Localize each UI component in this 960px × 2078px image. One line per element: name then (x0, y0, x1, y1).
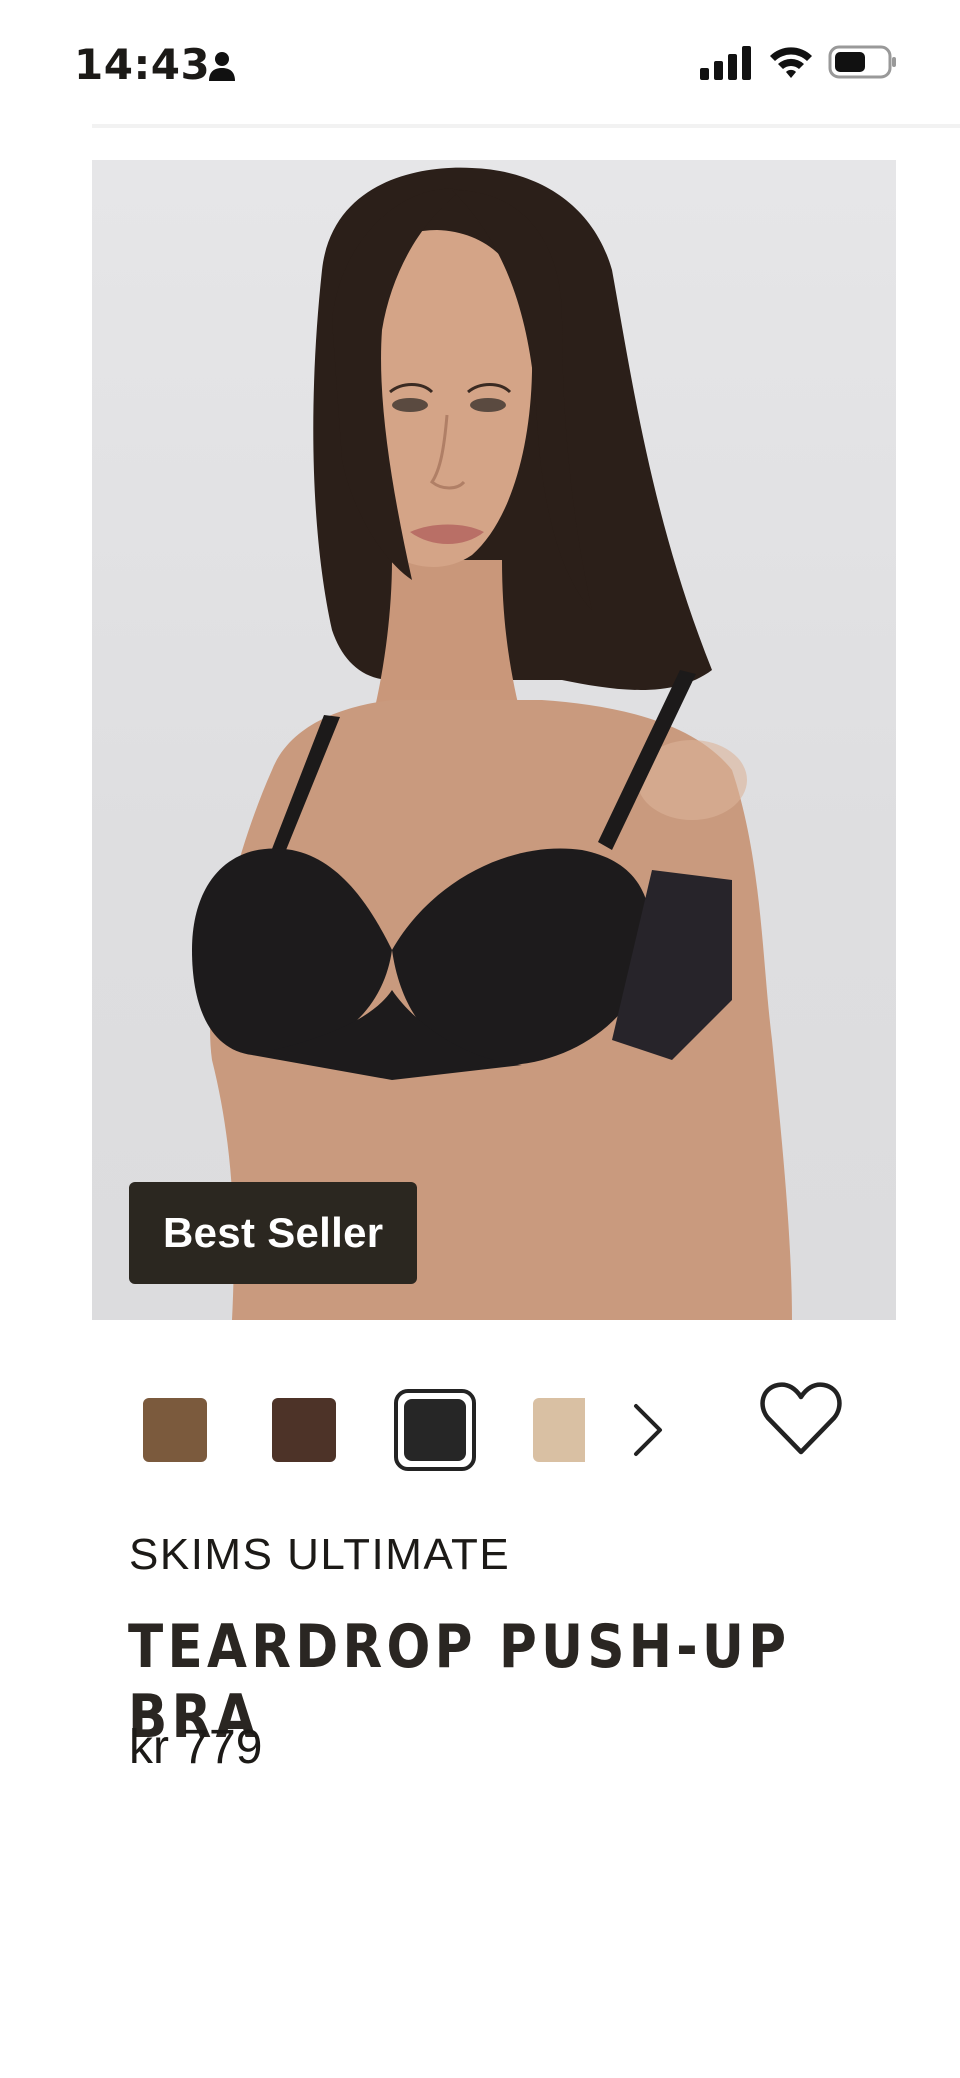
product-brand: SKIMS ULTIMATE (129, 1530, 511, 1579)
swatch-black (404, 1399, 466, 1461)
status-time: 14:43 (74, 40, 211, 89)
best-seller-badge: Best Seller (129, 1182, 418, 1284)
product-price: kr 779 (129, 1721, 263, 1774)
chevron-right-icon[interactable] (632, 1402, 664, 1458)
header-divider (92, 124, 960, 128)
status-bar: 14:43 (0, 0, 960, 120)
swatch-dark-brown[interactable] (272, 1398, 336, 1462)
product-photo-illustration (192, 167, 792, 1320)
product-image[interactable]: Best Seller (92, 160, 896, 1320)
signal-icon (700, 46, 751, 80)
heart-icon[interactable] (760, 1380, 842, 1456)
swatch-black-selected[interactable] (394, 1389, 476, 1471)
swatch-beige[interactable] (533, 1398, 585, 1462)
wifi-icon (770, 47, 812, 78)
person-icon (209, 52, 235, 81)
battery-icon (828, 45, 896, 79)
swatch-brown[interactable] (143, 1398, 207, 1462)
